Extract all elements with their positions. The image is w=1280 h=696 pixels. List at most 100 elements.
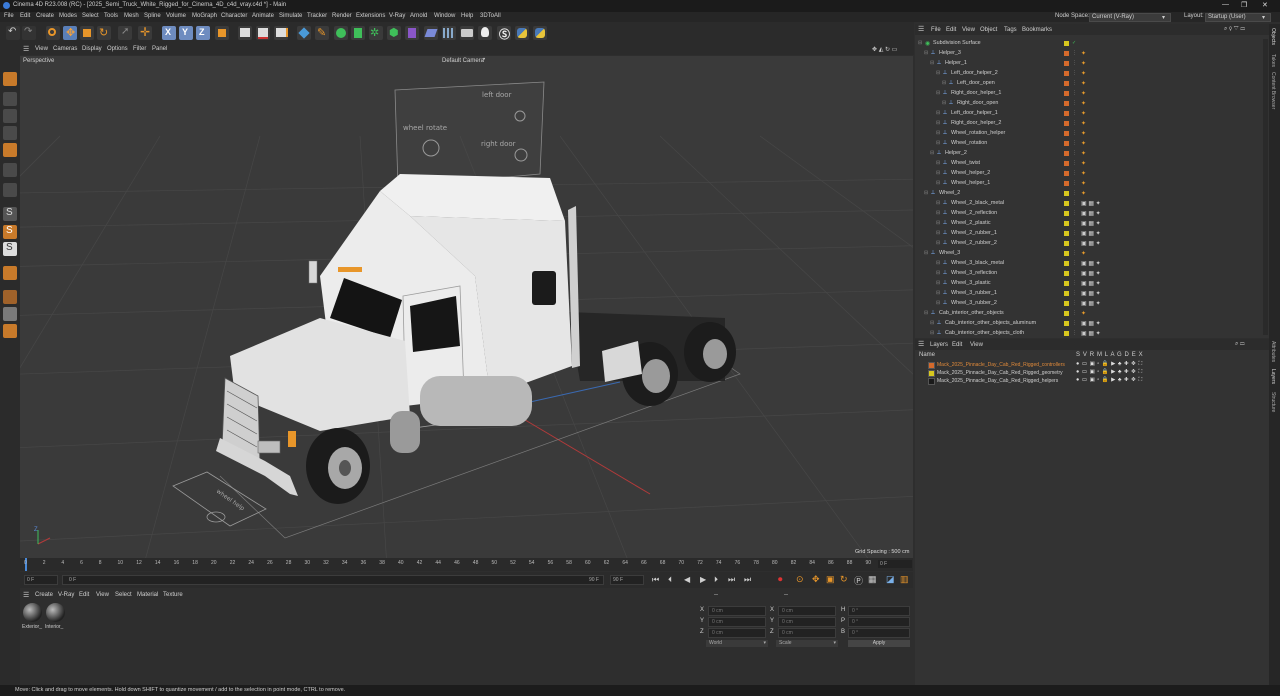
visibility-dots-icon[interactable]: ⋮ — [1072, 200, 1077, 206]
expand-toggle-icon[interactable]: ⊟ — [936, 200, 940, 206]
layer-row[interactable]: Mack_2025_Pinnacle_Day_Cab_Red_Rigged_co… — [915, 361, 1261, 369]
expand-toggle-icon[interactable]: ⊟ — [936, 110, 940, 116]
layer-color-swatch[interactable] — [928, 378, 935, 385]
record-icon[interactable]: ⏺ — [778, 574, 783, 585]
camera-button[interactable] — [460, 26, 474, 40]
maximize-button[interactable]: ❐ — [1241, 1, 1247, 9]
visibility-dots-icon[interactable]: ⋮ — [1072, 240, 1077, 246]
semi-truck-model[interactable] — [216, 174, 736, 504]
object-row[interactable]: ⊟ ⟂ Wheel_3_rubber_2 ⋮ ▣ ▦ ✦ — [915, 299, 1261, 309]
step-forward-icon[interactable]: ⏵ — [714, 575, 718, 585]
expand-toggle-icon[interactable]: ⊟ — [936, 280, 940, 286]
material-tags-icon[interactable]: ▣ ▦ ✦ — [1081, 230, 1101, 237]
material-tags-icon[interactable]: ▣ ▦ ✦ — [1081, 260, 1101, 267]
layer-color-swatch[interactable] — [1064, 291, 1069, 296]
layer-color-swatch[interactable] — [1064, 141, 1069, 146]
layer-color-swatch[interactable] — [1064, 311, 1069, 316]
undo-button[interactable]: ↶ — [6, 26, 20, 40]
coord-rotation-field[interactable]: 0 ° — [848, 617, 910, 627]
expand-toggle-icon[interactable]: ⊟ — [936, 120, 940, 126]
key-param-icon[interactable]: Ⓟ — [854, 574, 863, 587]
object-row[interactable]: ⊟ ⟂ Wheel_3_rubber_1 ⋮ ▣ ▦ ✦ — [915, 289, 1261, 299]
layers-tool-button[interactable] — [3, 307, 17, 321]
visibility-dots-icon[interactable]: ⋮ — [1072, 280, 1077, 286]
mat-menu-material[interactable]: Material — [137, 592, 158, 598]
next-key-icon[interactable]: ⏭ — [728, 575, 735, 585]
deformer-button[interactable]: ⬢ — [387, 26, 401, 40]
expand-toggle-icon[interactable]: ⊟ — [936, 220, 940, 226]
object-row[interactable]: ⊟ ⟂ Left_door_open ⋮ ✦ — [915, 79, 1261, 89]
layer-color-swatch[interactable] — [1064, 181, 1069, 186]
object-row[interactable]: ⊟ ⟂ Wheel_twist ⋮ ✦ — [915, 159, 1261, 169]
layer-color-swatch[interactable] — [1064, 221, 1069, 226]
object-row[interactable]: ⊟ ⟂ Wheel_rotation ⋮ ✦ — [915, 139, 1261, 149]
material-tags-icon[interactable]: ▣ ▦ ✦ — [1081, 200, 1101, 207]
layers-menu-view[interactable]: View — [970, 342, 983, 348]
object-row[interactable]: ⊟ ⟂ Cab_interior_other_objects_aluminum ⋮ ▣ … — [915, 319, 1261, 329]
coord-position-field[interactable]: 0 cm — [708, 617, 766, 627]
material-swatch-interior[interactable]: Interior_ — [45, 602, 66, 634]
object-row[interactable]: ⊟ ⟂ Left_door_helper_2 ⋮ ✦ — [915, 69, 1261, 79]
constraint-tag-icon[interactable]: ✦ — [1081, 110, 1086, 117]
points-mode-button[interactable] — [3, 109, 17, 123]
layout-dropdown[interactable]: Startup (User) ▾ — [1205, 13, 1271, 22]
layer-flag-icons[interactable]: ● ▭ ▣ ▫ 🔒 ▶ ♣ ✚ ✥ ⛶ — [1076, 377, 1143, 384]
layer-color-swatch[interactable] — [1064, 71, 1069, 76]
menu-simulate[interactable]: Simulate — [279, 13, 302, 19]
quantize-button[interactable] — [3, 324, 17, 338]
expand-toggle-icon[interactable]: ⊟ — [936, 300, 940, 306]
lock-y-button[interactable]: Y — [179, 26, 193, 40]
layer-color-swatch[interactable] — [1064, 191, 1069, 196]
layer-color-swatch[interactable] — [1064, 201, 1069, 206]
expand-toggle-icon[interactable]: ⊟ — [930, 60, 934, 66]
coord-position-field[interactable]: 0 cm — [708, 628, 766, 638]
visibility-dots-icon[interactable]: ⋮ — [1072, 170, 1077, 176]
visibility-dots-icon[interactable]: ⋮ — [1072, 70, 1077, 76]
menu-create[interactable]: Create — [36, 13, 54, 19]
objects-scrollbar[interactable] — [1263, 39, 1268, 335]
constraint-tag-icon[interactable]: ✦ — [1081, 50, 1086, 57]
objects-menu-bookmarks[interactable]: Bookmarks — [1022, 27, 1052, 33]
live-selection-button[interactable] — [46, 26, 60, 40]
layer-color-swatch[interactable] — [1064, 41, 1069, 46]
cloner-button[interactable]: ✲ — [369, 26, 383, 40]
light-button[interactable] — [478, 26, 492, 40]
layer-color-swatch[interactable] — [1064, 151, 1069, 156]
visibility-dots-icon[interactable]: ⋮ — [1072, 220, 1077, 226]
layer-color-swatch[interactable] — [1064, 91, 1069, 96]
transform-button[interactable]: ✛ — [138, 25, 152, 40]
visibility-dots-icon[interactable]: ⋮ — [1072, 260, 1077, 266]
tab-content-browser[interactable]: Content Browser — [1270, 72, 1276, 109]
visibility-dots-icon[interactable]: ⋮ — [1072, 310, 1077, 316]
constraint-tag-icon[interactable]: ✦ — [1081, 100, 1086, 107]
frame-range-slider[interactable]: 0 F 90 F — [62, 575, 604, 585]
layer-color-swatch[interactable] — [1064, 211, 1069, 216]
layer-color-swatch[interactable] — [1064, 121, 1069, 126]
pen-spline-button[interactable]: ✎ — [315, 26, 329, 40]
grid-button[interactable] — [442, 26, 456, 40]
menu-mesh[interactable]: Mesh — [124, 13, 139, 19]
scale-tool-button[interactable] — [80, 26, 94, 40]
hamburger-icon[interactable]: ☰ — [918, 340, 924, 348]
visibility-dots-icon[interactable]: ⋮ — [1072, 300, 1077, 306]
visibility-dots-icon[interactable]: ⋮ — [1072, 130, 1077, 136]
expand-toggle-icon[interactable]: ⊟ — [936, 170, 940, 176]
material-tags-icon[interactable]: ▣ ▦ ✦ — [1081, 270, 1101, 277]
material-tags-icon[interactable]: ▣ ▦ ✦ — [1081, 280, 1101, 287]
menu-extensions[interactable]: Extensions — [356, 13, 385, 19]
keyframe-selection-icon[interactable]: ✥ — [812, 574, 820, 585]
viewport-menu-filter[interactable]: Filter — [133, 46, 146, 52]
layer-flag-icons[interactable]: ● ▭ ▣ ▫ 🔒 ▶ ♣ ✚ ✥ ⛶ — [1076, 369, 1143, 376]
layer-flag-icons[interactable]: ● ▭ ▣ ▫ 🔒 ▶ ♣ ✚ ✥ ⛶ — [1076, 361, 1143, 368]
hamburger-icon[interactable]: ☰ — [23, 45, 29, 53]
objects-menu-file[interactable]: File — [931, 27, 941, 33]
visibility-dots-icon[interactable]: ⋮ — [1072, 270, 1077, 276]
visibility-dots-icon[interactable]: ⋮ — [1072, 230, 1077, 236]
lock-x-button[interactable]: X — [162, 26, 176, 40]
extrude-button[interactable] — [351, 26, 365, 40]
redo-button[interactable]: ↷ — [22, 26, 36, 40]
material-tags-icon[interactable]: ▣ ▦ ✦ — [1081, 220, 1101, 227]
controls-sign[interactable] — [394, 81, 545, 188]
current-frame-field[interactable]: 0 F — [24, 575, 58, 585]
expand-toggle-icon[interactable]: ⊟ — [924, 250, 928, 256]
